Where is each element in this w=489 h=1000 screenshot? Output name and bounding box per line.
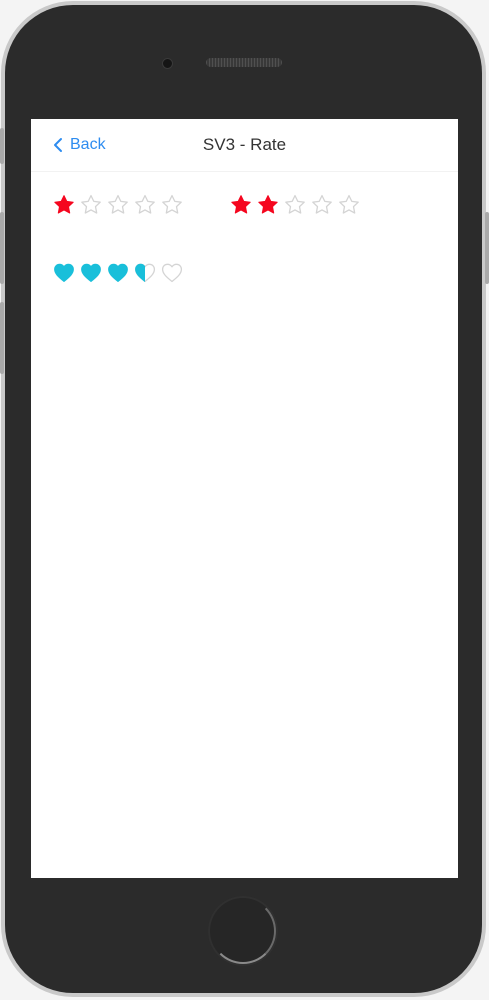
star-icon xyxy=(135,194,155,214)
star-2[interactable] xyxy=(80,194,102,216)
heart-1[interactable] xyxy=(53,262,75,284)
star-icon xyxy=(81,194,101,214)
heart-icon xyxy=(108,263,128,282)
earpiece-speaker xyxy=(206,58,282,67)
star-icon-outline xyxy=(81,194,101,214)
star-icon xyxy=(108,194,128,214)
star-icon-outline xyxy=(108,194,128,214)
star-icon xyxy=(162,194,182,214)
star-icon-fill xyxy=(258,195,278,214)
volume-up-button xyxy=(0,212,4,284)
star-icon-outline xyxy=(162,194,182,214)
heart-icon-fill xyxy=(108,263,128,282)
star-icon xyxy=(339,194,359,214)
heart-icon-fill xyxy=(81,263,101,282)
star-icon-outline xyxy=(312,194,332,214)
star-5[interactable] xyxy=(338,194,360,216)
star-icon xyxy=(285,194,305,214)
heart-icon xyxy=(81,263,101,282)
heart-rating[interactable] xyxy=(53,262,188,284)
heart-icon-fill xyxy=(54,263,74,282)
home-button[interactable] xyxy=(208,896,278,966)
star-1[interactable] xyxy=(230,194,252,216)
star-2[interactable] xyxy=(257,194,279,216)
heart-icon xyxy=(54,263,74,282)
page-title: SV3 - Rate xyxy=(202,135,287,154)
star-3[interactable] xyxy=(284,194,306,216)
heart-2[interactable] xyxy=(80,262,102,284)
star-1[interactable] xyxy=(53,194,75,216)
star-4[interactable] xyxy=(134,194,156,216)
front-camera xyxy=(162,58,173,69)
navbar: Back SV3 - Rate xyxy=(31,119,458,172)
heart-icon xyxy=(134,263,156,283)
heart-icon xyxy=(161,263,183,283)
star-icon-outline xyxy=(135,194,155,214)
star-icon xyxy=(312,194,332,214)
star-icon-fill xyxy=(54,195,74,214)
star-icon-outline xyxy=(285,194,305,214)
star-5[interactable] xyxy=(161,194,183,216)
star-icon xyxy=(258,195,278,214)
mute-switch xyxy=(0,128,4,164)
volume-down-button xyxy=(0,302,4,374)
star-4[interactable] xyxy=(311,194,333,216)
screen: Back SV3 - Rate xyxy=(31,119,458,878)
heart-3[interactable] xyxy=(107,262,129,284)
star-icon-fill xyxy=(231,195,251,214)
heart-icon-outline xyxy=(161,263,183,283)
power-button xyxy=(485,212,489,284)
home-button-ring xyxy=(210,898,276,964)
star-icon-outline xyxy=(339,194,359,214)
star-rating-1[interactable] xyxy=(53,194,188,216)
star-icon xyxy=(231,195,251,214)
star-rating-2[interactable] xyxy=(230,194,365,216)
heart-4[interactable] xyxy=(134,262,156,284)
star-3[interactable] xyxy=(107,194,129,216)
heart-5[interactable] xyxy=(161,262,183,284)
heart-icon-fill xyxy=(135,263,145,282)
star-icon xyxy=(54,195,74,214)
